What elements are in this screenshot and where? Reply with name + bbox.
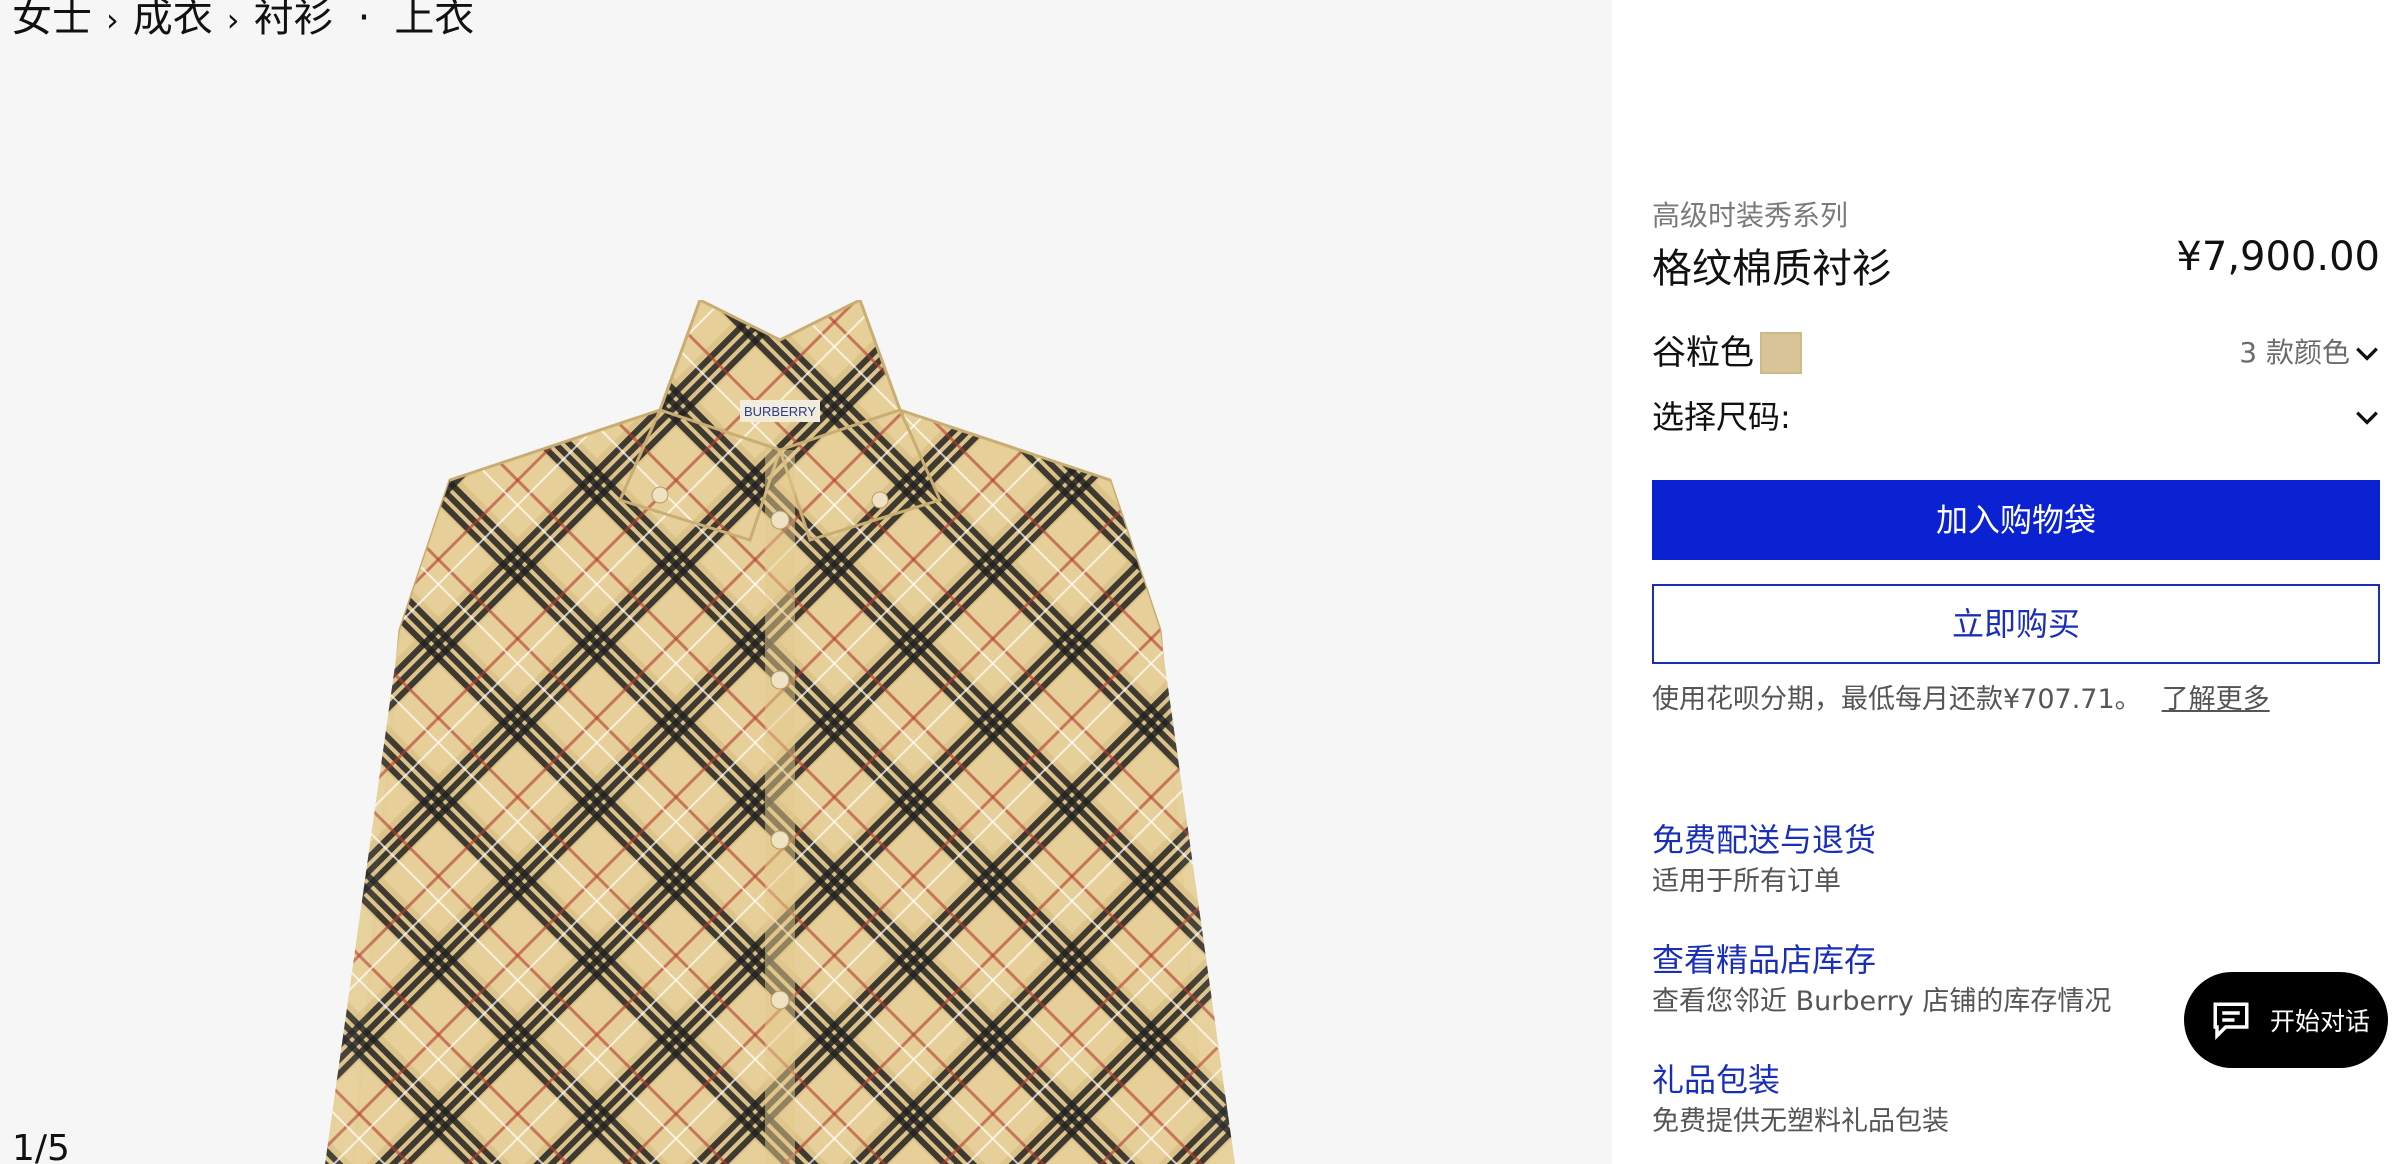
breadcrumb: 女士 › 成衣 › 衬衫 · 上衣 [12,0,474,48]
product-gallery[interactable]: 女士 › 成衣 › 衬衫 · 上衣 BURBERRY 1/5 [0,0,1612,1164]
service-desc: 查看您邻近 Burberry 店铺的库存情况 [1652,986,2112,1017]
service-free-delivery[interactable]: 免费配送与退货 适用于所有订单 [1652,818,1876,902]
colors-count[interactable]: 3 款颜色 [2239,328,2350,378]
breadcrumb-item-tops[interactable]: 上衣 [394,0,474,41]
service-title[interactable]: 免费配送与退货 [1652,818,1876,862]
installment-text: 使用花呗分期，最低每月还款¥707.71。 [1652,684,2142,715]
learn-more-link[interactable]: 了解更多 [2162,684,2270,715]
add-to-bag-button[interactable]: 加入购物袋 [1652,480,2380,560]
service-desc: 免费提供无塑料礼品包装 [1652,1106,1949,1137]
breadcrumb-dot: · [357,0,371,41]
plaid-shirt-image: BURBERRY [325,300,1235,1164]
breadcrumb-chevron-icon: › [226,1,240,39]
breadcrumb-chevron-icon: › [106,1,119,39]
start-chat-button[interactable]: 开始对话 [2184,972,2388,1068]
breadcrumb-item-ready-to-wear[interactable]: 成衣 [133,0,213,41]
chevron-down-icon[interactable] [2354,340,2380,366]
image-counter: 1/5 [12,1128,70,1164]
chat-label: 开始对话 [2270,1007,2371,1036]
breadcrumb-item-shirts[interactable]: 衬衫 [254,0,334,41]
service-desc: 适用于所有订单 [1652,866,1841,897]
chat-bubble-icon [2213,1002,2249,1040]
color-selector[interactable]: 谷粒色 3 款颜色 [1652,328,2380,378]
color-name: 谷粒色 [1652,333,1754,373]
product-title: 格纹棉质衬衫 [1652,246,1892,292]
color-swatch[interactable] [1760,332,1802,374]
service-title[interactable]: 礼品包装 [1652,1058,1949,1102]
product-page: 女士 › 成衣 › 衬衫 · 上衣 BURBERRY 1/5 高级时装秀系列 格… [0,0,2392,1164]
service-gift-wrap[interactable]: 礼品包装 免费提供无塑料礼品包装 [1652,1058,1949,1142]
service-title[interactable]: 查看精品店库存 [1652,938,2111,982]
shirt-label-text: BURBERRY [744,404,816,419]
chevron-down-icon[interactable] [2354,404,2380,430]
buy-now-button[interactable]: 立即购买 [1652,584,2380,664]
size-label: 选择尺码: [1652,398,1791,436]
size-selector[interactable]: 选择尺码: [1652,392,2380,442]
product-price: ¥7,900.00 [2176,234,2380,280]
collection-name: 高级时装秀系列 [1652,199,1849,232]
service-store-stock[interactable]: 查看精品店库存 查看您邻近 Burberry 店铺的库存情况 [1652,938,2111,1022]
breadcrumb-item-women[interactable]: 女士 [12,0,92,41]
installment-info: 使用花呗分期，最低每月还款¥707.71。 了解更多 [1652,680,2270,720]
